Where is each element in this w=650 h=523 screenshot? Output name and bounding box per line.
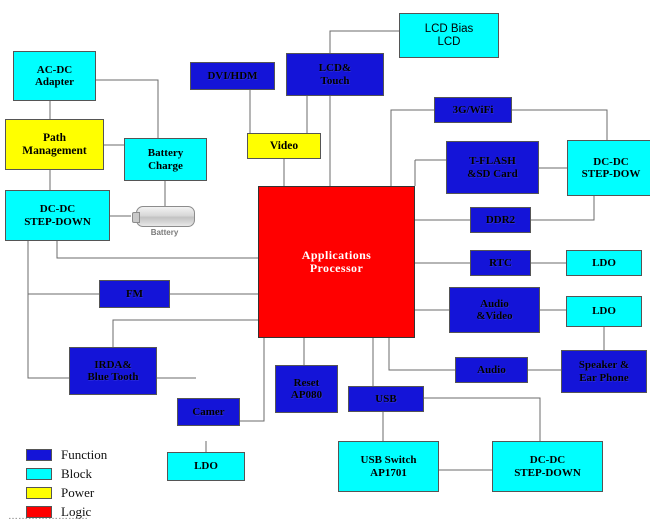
node-label-line1: Audio [477,363,506,376]
legend-item-block: Block [26,464,107,483]
node-label-line2: &SD Card [467,167,518,180]
node-camera[interactable]: Camer [177,398,240,426]
node-dcdc-step-down-bottom[interactable]: DC-DC STEP-DOWN [492,441,603,492]
node-label-line2: &Video [476,310,513,322]
node-label-line1: DC-DC [529,454,566,467]
node-tflash-sd-card[interactable]: T-FLASH &SD Card [446,141,539,194]
node-label-line2: Blue Tooth [87,371,139,383]
node-3g-wifi[interactable]: 3G/WiFi [434,97,512,123]
node-label-line2: Charge [148,159,183,172]
node-applications-processor[interactable]: Applications Processor [258,186,415,338]
node-ldo-camera[interactable]: LDO [167,452,245,481]
node-ddr2[interactable]: DDR2 [470,207,531,233]
node-dcdc-step-down-left[interactable]: DC-DC STEP-DOWN [5,190,110,241]
node-speaker-earphone[interactable]: Speaker & Ear Phone [561,350,647,393]
node-ldo-audio[interactable]: LDO [566,296,642,327]
node-lcd-bias[interactable]: LCD Bias LCD [399,13,499,58]
node-ac-dc-adapter[interactable]: AC-DC Adapter [13,51,96,101]
node-label-line1: DC-DC [39,203,76,216]
node-label-line1: LDO [592,305,616,318]
node-label-line1: USB Switch [360,454,417,467]
node-ldo-rtc[interactable]: LDO [566,250,642,276]
legend-item-function: Function [26,445,107,464]
node-battery-charge[interactable]: Battery Charge [124,138,207,181]
node-label-line2: Management [22,144,87,157]
legend-label-power: Power [61,484,95,500]
node-label-line2: AP1701 [370,466,407,479]
node-label-line1: Battery [147,147,184,160]
node-path-management[interactable]: Path Management [5,119,104,170]
node-label-line1: Reset [293,376,320,389]
node-dvi-hdm[interactable]: DVI/HDM [190,62,275,90]
node-label-line1: FM [125,287,144,300]
node-label-line1: USB [375,392,397,405]
node-label-line2: Processor [309,261,364,275]
node-rtc[interactable]: RTC [470,250,531,276]
legend-item-logic: Logic [26,502,107,521]
legend-label-function: Function [61,446,108,462]
node-fm[interactable]: FM [99,280,170,308]
node-label-line2: LCD [437,35,461,48]
node-label-line2: Ear Phone [579,371,629,384]
legend-swatch-function [26,448,52,461]
node-label-line1: Speaker & [578,359,630,372]
node-label-line1: Audio [480,297,509,310]
node-label-line1: Path [43,131,66,144]
node-label-line1: LDO [592,256,616,269]
node-label-line1: LCD& [318,62,352,75]
node-audio[interactable]: Audio [455,357,528,383]
node-label-line2: AP080 [290,389,323,401]
battery-icon-label: Battery [150,228,179,237]
node-label-line1: LCD Bias [424,22,474,35]
legend-label-logic: Logic [61,503,92,519]
node-label-line1: DVI/HDM [207,69,258,82]
battery-icon [132,206,195,227]
legend-item-power: Power [26,483,107,502]
node-usb[interactable]: USB [348,386,424,412]
node-label-line2: STEP-DOWN [514,466,581,479]
node-label-line1: Video [269,139,299,152]
node-label-line2: STEP-DOW [581,168,641,180]
legend-swatch-block [26,467,52,480]
legend-label-block: Block [61,465,93,481]
block-diagram-canvas: AC-DC Adapter Path Management DC-DC STEP… [0,0,650,523]
node-reset-ap080[interactable]: Reset AP080 [275,365,338,413]
node-video[interactable]: Video [247,133,321,159]
node-audio-video[interactable]: Audio &Video [449,287,540,333]
node-dcdc-step-down-right[interactable]: DC-DC STEP-DOW [567,140,650,196]
node-usb-switch-ap1701[interactable]: USB Switch AP1701 [338,441,439,492]
node-irda-bluetooth[interactable]: IRDA& Blue Tooth [69,347,157,395]
legend-swatch-logic [26,505,52,518]
node-label-line2: Touch [320,74,350,87]
node-label-line1: T-FLASH [469,155,516,168]
node-label-line1: DDR2 [485,213,516,226]
node-lcd-touch[interactable]: LCD& Touch [286,53,384,96]
node-label-line1: AC-DC [36,63,73,76]
node-label-line1: Applications [301,247,372,262]
node-label-line1: DC-DC [593,155,629,168]
node-label-line1: LDO [194,460,218,473]
node-label-line1: RTC [489,256,512,269]
node-label-line1: IRDA& [94,358,132,371]
legend-swatch-power [26,486,52,499]
node-label-line2: STEP-DOWN [24,215,91,228]
legend: Function Block Power Logic [26,445,107,521]
node-label-line1: Camer [192,405,225,418]
node-label-line1: 3G/WiFi [452,103,494,116]
node-label-line2: Adapter [34,76,75,88]
